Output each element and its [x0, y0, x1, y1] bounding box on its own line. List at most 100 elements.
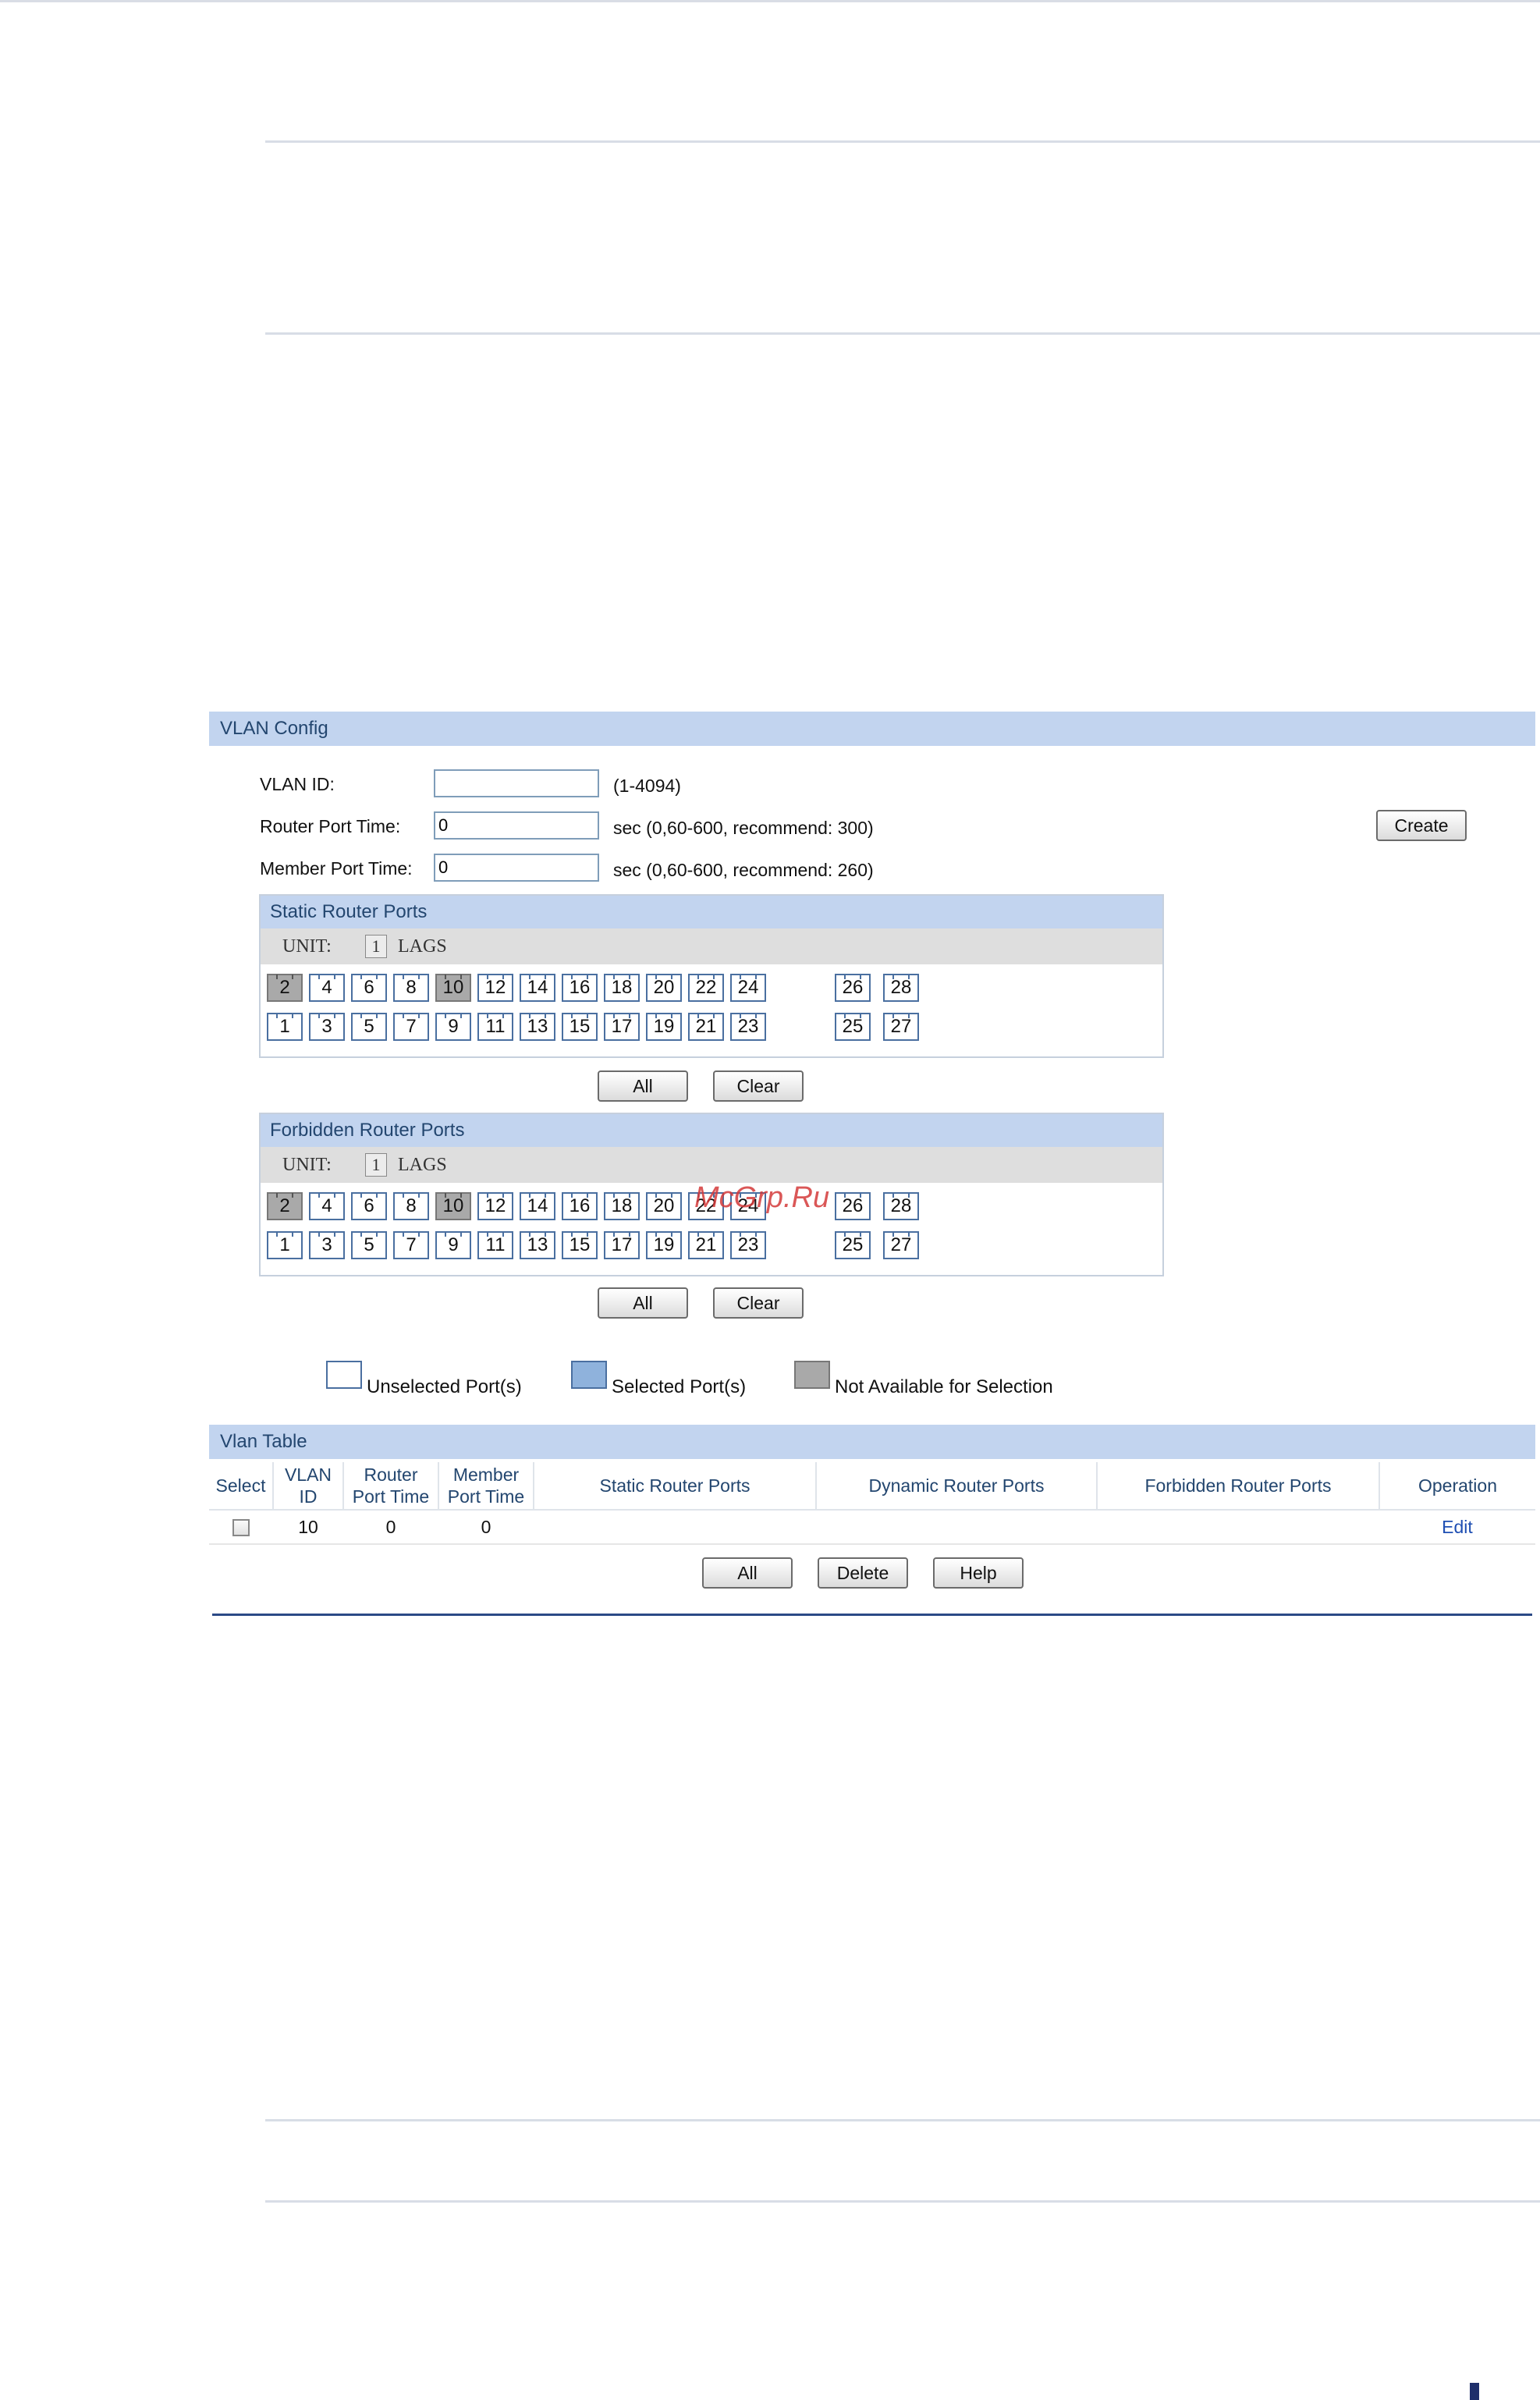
static-router-ports-panel: Static Router Ports UNIT: 1 LAGS 2 4 6 8 10 1… [259, 894, 1164, 1058]
row-router-port-time: 0 [343, 1510, 438, 1545]
row-operation: Edit [1379, 1510, 1535, 1545]
port-14-button[interactable]: 14 [520, 974, 555, 1002]
static-all-button[interactable]: All [598, 1070, 688, 1102]
col-member-port-time-line1: Member [452, 1464, 520, 1485]
row-static-router-ports [534, 1510, 816, 1545]
port-13-button[interactable]: 13 [520, 1013, 555, 1041]
port-20-button[interactable]: 20 [646, 974, 682, 1002]
member-port-time-hint: sec (0,60-600, recommend: 260) [613, 860, 874, 880]
port-25-button[interactable]: 25 [835, 1231, 871, 1259]
delete-button[interactable]: Delete [818, 1557, 908, 1589]
static-clear-button[interactable]: Clear [713, 1070, 804, 1102]
vlan-config-title: VLAN Config [220, 718, 328, 739]
port-26-button[interactable]: 26 [835, 1192, 871, 1220]
port-14-button[interactable]: 14 [520, 1192, 555, 1220]
port-23-button[interactable]: 23 [730, 1013, 766, 1041]
row-select-cell [209, 1510, 273, 1545]
row-select-checkbox[interactable] [232, 1519, 250, 1537]
port-21-button[interactable]: 21 [688, 1231, 724, 1259]
forbidden-all-button[interactable]: All [598, 1287, 688, 1319]
port-16-button[interactable]: 16 [562, 1192, 598, 1220]
create-button[interactable]: Create [1376, 810, 1467, 841]
row-vlan-id: 10 [273, 1510, 343, 1545]
port-5-button[interactable]: 5 [351, 1231, 387, 1259]
vlan-table-header-row: Select VLAN ID Router Port Time Member P… [209, 1462, 1535, 1511]
router-port-time-hint: sec (0,60-600, recommend: 300) [613, 818, 874, 838]
router-port-time-label: Router Port Time: [260, 816, 401, 836]
vlan-config-header: VLAN Config [209, 712, 1535, 746]
port-28-button[interactable]: 28 [883, 974, 919, 1002]
port-4-button[interactable]: 4 [309, 1192, 345, 1220]
port-3-button[interactable]: 3 [309, 1231, 345, 1259]
table-row: 10 0 0 Edit [209, 1510, 1535, 1545]
port-15-button[interactable]: 15 [562, 1231, 598, 1259]
port-9-button[interactable]: 9 [435, 1231, 471, 1259]
vlan-id-label: VLAN ID: [260, 774, 335, 794]
port-7-button[interactable]: 7 [393, 1013, 429, 1041]
col-dynamic-router-ports: Dynamic Router Ports [816, 1462, 1098, 1511]
legend-not-available-label: Not Available for Selection [835, 1376, 1053, 1397]
port-7-button[interactable]: 7 [393, 1231, 429, 1259]
port-19-button[interactable]: 19 [646, 1231, 682, 1259]
vlan-id-input[interactable] [434, 769, 599, 797]
col-router-port-time-line2: Port Time [352, 1486, 430, 1507]
unit-number-button[interactable]: 1 [365, 935, 387, 958]
lags-link[interactable]: LAGS [398, 936, 447, 957]
page-marker [1470, 2383, 1479, 2400]
port-4-button[interactable]: 4 [309, 974, 345, 1002]
port-13-button[interactable]: 13 [520, 1231, 555, 1259]
port-12-button[interactable]: 12 [477, 974, 513, 1002]
port-24-button[interactable]: 24 [730, 974, 766, 1002]
port-3-button[interactable]: 3 [309, 1013, 345, 1041]
unit-row: UNIT: 1 LAGS [261, 928, 1162, 964]
edit-link[interactable]: Edit [1442, 1517, 1473, 1537]
port-21-button[interactable]: 21 [688, 1013, 724, 1041]
port-8-button[interactable]: 8 [393, 1192, 429, 1220]
port-19-button[interactable]: 19 [646, 1013, 682, 1041]
port-17-button[interactable]: 17 [604, 1013, 640, 1041]
forbidden-router-ports-title: Forbidden Router Ports [261, 1114, 1162, 1147]
port-16-button[interactable]: 16 [562, 974, 598, 1002]
port-18-button[interactable]: 18 [604, 974, 640, 1002]
router-port-time-input[interactable] [434, 811, 599, 840]
unit-number-button[interactable]: 1 [365, 1153, 387, 1177]
port-6-button[interactable]: 6 [351, 1192, 387, 1220]
help-button[interactable]: Help [933, 1557, 1024, 1589]
port-20-button[interactable]: 20 [646, 1192, 682, 1220]
port-26-button[interactable]: 26 [835, 974, 871, 1002]
port-5-button[interactable]: 5 [351, 1013, 387, 1041]
lags-link[interactable]: LAGS [398, 1155, 447, 1176]
legend-selected-label: Selected Port(s) [612, 1376, 747, 1397]
port-8-button[interactable]: 8 [393, 974, 429, 1002]
port-27-button[interactable]: 27 [883, 1231, 919, 1259]
port-23-button[interactable]: 23 [730, 1231, 766, 1259]
port-25-button[interactable]: 25 [835, 1013, 871, 1041]
port-11-button[interactable]: 11 [477, 1231, 513, 1259]
member-port-time-input[interactable] [434, 854, 599, 882]
static-router-ports-title: Static Router Ports [261, 896, 1162, 928]
port-27-button[interactable]: 27 [883, 1013, 919, 1041]
port-15-button[interactable]: 15 [562, 1013, 598, 1041]
port-11-button[interactable]: 11 [477, 1013, 513, 1041]
forbidden-clear-button[interactable]: Clear [713, 1287, 804, 1319]
unit-label: UNIT: [282, 936, 332, 957]
port-10-button: 10 [435, 1192, 471, 1220]
table-all-button[interactable]: All [702, 1557, 793, 1589]
col-vlan-id: VLAN ID [273, 1462, 344, 1511]
port-12-button[interactable]: 12 [477, 1192, 513, 1220]
col-forbidden-router-ports: Forbidden Router Ports [1097, 1462, 1380, 1511]
port-28-button[interactable]: 28 [883, 1192, 919, 1220]
port-1-button[interactable]: 1 [267, 1231, 303, 1259]
port-22-button[interactable]: 22 [688, 974, 724, 1002]
row-member-port-time: 0 [438, 1510, 534, 1545]
port-18-button[interactable]: 18 [604, 1192, 640, 1220]
vlan-table: Select VLAN ID Router Port Time Member P… [209, 1462, 1535, 1545]
port-10-button: 10 [435, 974, 471, 1002]
selected-port-swatch-icon [571, 1361, 607, 1389]
port-6-button[interactable]: 6 [351, 974, 387, 1002]
port-17-button[interactable]: 17 [604, 1231, 640, 1259]
legend-unselected-label: Unselected Port(s) [367, 1376, 522, 1397]
port-9-button[interactable]: 9 [435, 1013, 471, 1041]
port-1-button[interactable]: 1 [267, 1013, 303, 1041]
member-port-time-label: Member Port Time: [260, 858, 413, 879]
